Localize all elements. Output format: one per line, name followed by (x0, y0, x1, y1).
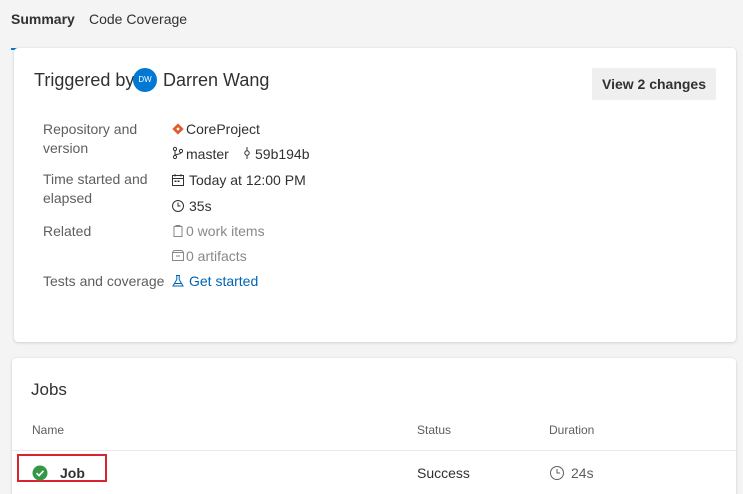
repository-label: Repository and version (43, 121, 138, 156)
calendar-icon (171, 173, 185, 187)
column-header-status: Status (417, 423, 452, 437)
tests-label: Tests and coverage (43, 273, 165, 289)
flask-icon (171, 274, 185, 288)
jobs-card: Jobs Name Status Duration Job Success 24… (12, 358, 736, 494)
triggered-by-label: Triggered by (34, 70, 135, 90)
clock-icon (549, 465, 565, 481)
job-duration: 24s (571, 465, 594, 481)
project-name[interactable]: CoreProject (186, 120, 260, 139)
column-header-name: Name (32, 423, 65, 437)
related-label: Related (43, 223, 92, 239)
check-circle-icon (32, 465, 48, 481)
clock-icon (171, 199, 185, 213)
user-name[interactable]: Darren Wang (163, 70, 269, 91)
time-label: Time started and elapsed (43, 171, 148, 206)
git-repo-icon (171, 122, 185, 136)
commit-id[interactable]: 59b194b (255, 145, 310, 164)
artifact-icon (171, 249, 185, 263)
get-started-link[interactable]: Get started (189, 272, 258, 291)
table-row[interactable] (12, 450, 736, 494)
branch-icon (171, 146, 185, 160)
avatar[interactable]: DW (133, 68, 157, 92)
branch-name[interactable]: master (186, 145, 229, 164)
summary-card: Triggered by DW Darren Wang View 2 chang… (14, 48, 736, 342)
jobs-title: Jobs (31, 380, 67, 399)
tab-bar: Summary Code Coverage (0, 0, 743, 50)
work-items[interactable]: 0 work items (186, 222, 265, 241)
tab-code-coverage[interactable]: Code Coverage (89, 10, 187, 40)
tab-summary[interactable]: Summary (11, 10, 75, 50)
job-status: Success (417, 465, 470, 481)
time-started: Today at 12:00 PM (189, 172, 306, 188)
view-changes-button[interactable]: View 2 changes (592, 68, 716, 100)
artifacts[interactable]: 0 artifacts (186, 247, 247, 266)
column-header-duration: Duration (549, 423, 595, 437)
commit-icon (240, 146, 254, 160)
job-name[interactable]: Job (60, 465, 85, 481)
time-elapsed: 35s (189, 198, 212, 214)
work-item-icon (171, 224, 185, 238)
